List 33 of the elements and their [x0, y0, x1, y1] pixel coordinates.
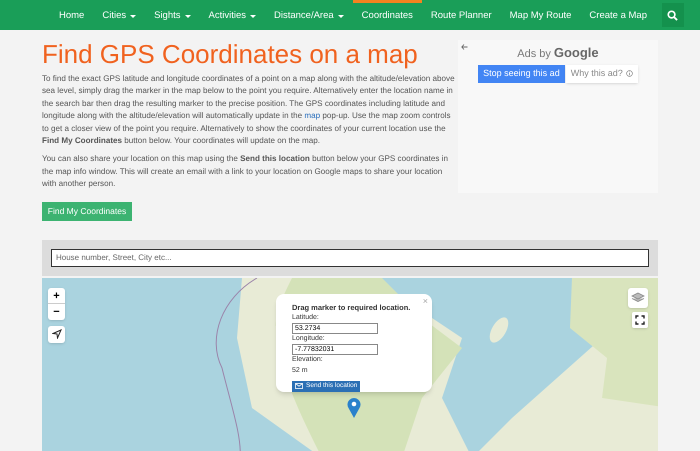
- search-icon: [667, 10, 678, 20]
- description-paragraph: To find the exact GPS latitude and longitude coordinates of a point on a map along with the altitude/elevation above sea level, simply drag the marker in the map below to the point you require. Alternatively enter the location name in the search bar then drag the resulting marker to the precise position. The GPS coordinates including latitude and longitude along with the altitude/elevation will automatically update in the map pop-up. Use the map zoom controls to get a closer view of the point you require. Alternatively to show the coordinates of your current location use the Find My Coordinates button below. Your coordinates will update on the map.: [42, 73, 456, 148]
- layers-icon: [631, 292, 645, 304]
- nav-link[interactable]: Coordinates: [352, 0, 422, 30]
- info-icon: [626, 70, 633, 77]
- back-arrow-icon[interactable]: [460, 44, 468, 50]
- nav-link[interactable]: Cities: [93, 0, 146, 30]
- ads-by-label: Ads by: [517, 47, 551, 62]
- fullscreen-button[interactable]: [632, 312, 648, 328]
- nav-link[interactable]: Map My Route: [500, 0, 580, 30]
- find-my-coordinates-button[interactable]: Find My Coordinates: [42, 202, 132, 221]
- nav-link[interactable]: Activities: [200, 0, 265, 30]
- description-paragraph: You can also share your location on this map using the Send this location button below your GPS coordinates in the map info window. This will create an email with a link to your location on Google maps to share your location with another person.: [42, 153, 449, 190]
- map-marker-icon: [347, 396, 361, 419]
- map-link[interactable]: map: [304, 111, 320, 120]
- nav-link[interactable]: Home: [50, 0, 94, 30]
- envelope-icon: [295, 383, 303, 390]
- zoom-out-button[interactable]: −: [48, 304, 65, 320]
- locate-button[interactable]: [48, 326, 65, 343]
- address-search-field[interactable]: House number, Street, City etc...: [51, 248, 649, 267]
- navigation-arrow-icon: [52, 329, 62, 340]
- google-wordmark: Google: [554, 44, 599, 62]
- why-this-ad-button[interactable]: Why this ad?: [566, 64, 638, 82]
- nav-link[interactable]: Distance/Area: [265, 0, 353, 30]
- zoom-in-button[interactable]: +: [48, 288, 65, 304]
- fullscreen-icon: [635, 314, 645, 325]
- nav-link[interactable]: Sights: [145, 0, 200, 30]
- nav-link[interactable]: Route Planner: [422, 0, 501, 30]
- close-button[interactable]: ×: [422, 294, 428, 308]
- page-title: Find GPS Coordinates on a map: [42, 38, 419, 70]
- stop-seeing-ad-button[interactable]: Stop seeing this ad: [478, 64, 565, 82]
- nav-link[interactable]: Create a Map: [580, 0, 656, 30]
- search-button[interactable]: [662, 3, 684, 27]
